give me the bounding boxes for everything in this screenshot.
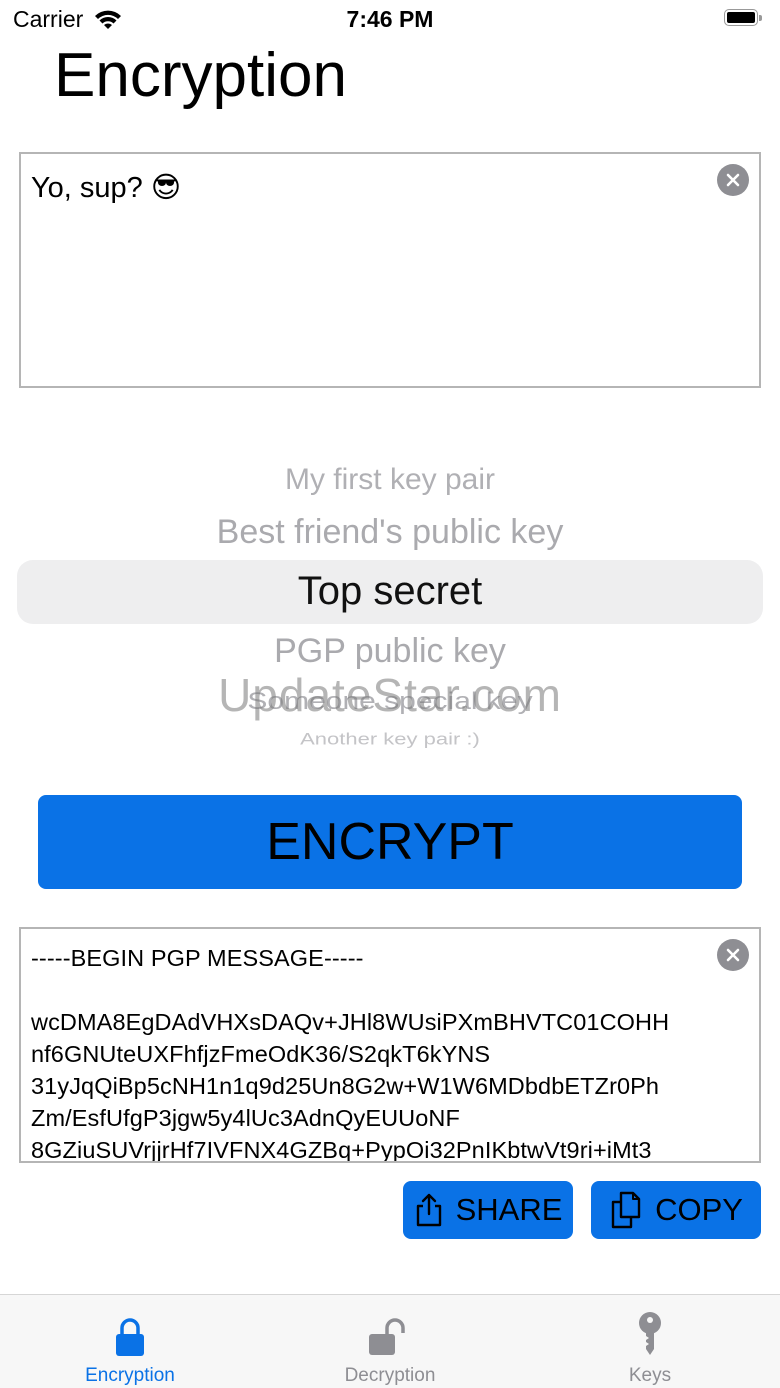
ciphertext-output[interactable]: -----BEGIN PGP MESSAGE----- wcDMA8EgDAdV… [19, 927, 761, 1163]
copy-icon [611, 1191, 641, 1229]
output-line: 8GZiuSUVrjjrHf7IVFNX4GZBq+PypOi32PnIKbtw… [31, 1137, 652, 1163]
picker-item[interactable]: Another key pair :) [0, 729, 780, 749]
tab-encryption[interactable]: Encryption [0, 1295, 260, 1388]
clear-icon [726, 173, 740, 187]
encrypt-button-label: ENCRYPT [266, 813, 514, 871]
share-label: SHARE [455, 1192, 563, 1227]
picker-item[interactable]: My first key pair [0, 463, 780, 497]
carrier-label: Carrier [13, 6, 84, 32]
status-carrier: Carrier [13, 6, 123, 33]
picker-item[interactable]: PGP public key [0, 632, 780, 671]
picker-item-selected[interactable]: Top secret [0, 569, 780, 614]
share-icon [416, 1193, 441, 1227]
picker-item[interactable]: Best friend's public key [0, 513, 780, 552]
page-title: Encryption [54, 41, 347, 110]
clear-icon [726, 948, 740, 962]
tab-label: Encryption [85, 1365, 175, 1386]
wifi-icon [95, 10, 122, 29]
unlock-icon [369, 1318, 405, 1355]
tab-keys[interactable]: Keys [520, 1295, 780, 1388]
output-line: 31yJqQiBp5cNH1n1q9d25Un8G2w+W1W6MDbdbETZ… [31, 1073, 660, 1099]
clear-output-button[interactable] [717, 939, 749, 971]
key-icon [639, 1312, 661, 1355]
tab-decryption[interactable]: Decryption [260, 1295, 520, 1388]
copy-label: COPY [655, 1192, 743, 1227]
tab-bar: Encryption Decryption Keys [0, 1294, 780, 1388]
output-line: -----BEGIN PGP MESSAGE----- [31, 945, 364, 971]
lock-icon [116, 1318, 144, 1356]
copy-button[interactable]: COPY [591, 1181, 761, 1239]
tab-label: Decryption [344, 1365, 436, 1386]
plaintext-value: Yo, sup? 😎 [31, 172, 182, 204]
battery-icon [724, 9, 764, 28]
share-button[interactable]: SHARE [403, 1181, 573, 1239]
plaintext-input[interactable]: Yo, sup? 😎 [19, 152, 761, 388]
tab-label: Keys [628, 1365, 672, 1386]
output-line: nf6GNUteUXFhfjzFmeOdK36/S2qkT6kYNS [31, 1041, 491, 1067]
watermark: UpdateStar.com [218, 669, 562, 721]
output-line: Zm/EsfUfgP3jgw5y4lUc3AdnQyEUUoNF [31, 1105, 460, 1131]
clear-input-button[interactable] [717, 164, 749, 196]
encrypt-button[interactable]: ENCRYPT [38, 795, 742, 889]
output-line: wcDMA8EgDAdVHXsDAQv+JHl8WUsiPXmBHVTC01CO… [31, 1009, 670, 1035]
